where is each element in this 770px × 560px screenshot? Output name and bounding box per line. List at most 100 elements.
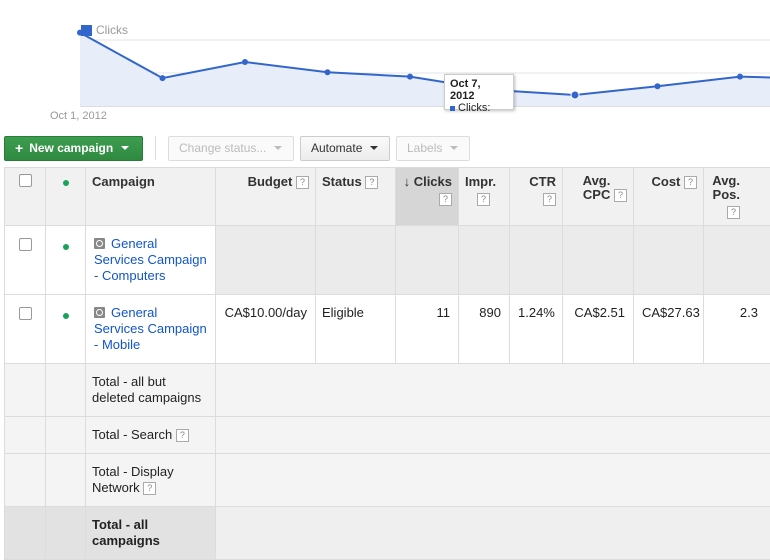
clicks-header-label: Clicks (414, 174, 452, 189)
total-label: Total - Search (92, 427, 172, 442)
cost-cell: CA$27.63 (634, 295, 704, 364)
automate-dropdown[interactable]: Automate (300, 136, 390, 161)
help-icon[interactable]: ? (543, 193, 556, 206)
campaign-toolbar: + New campaign Change status... Automate… (4, 135, 470, 161)
avg-pos-cell: 2.3 (704, 295, 770, 364)
avg-pos-cell (704, 226, 770, 295)
data-point[interactable] (737, 74, 743, 80)
toolbar-divider (155, 136, 156, 160)
status-cell (316, 226, 396, 295)
clicks-cell: 11 (396, 295, 459, 364)
campaign-header[interactable]: Campaign (86, 168, 216, 226)
search-campaign-icon (94, 238, 105, 249)
tooltip-label: Clicks: (458, 102, 490, 114)
row-checkbox[interactable] (19, 307, 32, 320)
total-label: Total - all but deleted campaigns (86, 364, 216, 417)
help-icon[interactable]: ? (296, 176, 309, 189)
empty-cell (46, 507, 86, 560)
row-select-cell (5, 295, 46, 364)
data-point[interactable] (655, 83, 661, 89)
status-cell: Eligible (316, 295, 396, 364)
help-icon[interactable]: ? (614, 189, 627, 202)
total-row: Total - all but deleted campaigns (5, 364, 770, 417)
legend-label: Clicks (96, 23, 128, 37)
campaign-link[interactable]: General Services Campaign - Mobile (94, 305, 207, 352)
impr-cell (459, 226, 510, 295)
labels-dropdown[interactable]: Labels (396, 136, 470, 161)
campaign-header-label: Campaign (92, 174, 155, 189)
plus-icon: + (15, 140, 23, 156)
change-status-label: Change status... (179, 141, 266, 155)
series-area-clicks (80, 33, 770, 106)
tooltip-swatch (450, 106, 455, 111)
row-checkbox[interactable] (19, 238, 32, 251)
help-icon[interactable]: ? (439, 193, 452, 206)
change-status-dropdown[interactable]: Change status... (168, 136, 294, 161)
row-status-cell (46, 226, 86, 295)
campaigns-table: Campaign Budget ? Status ? ↓ Clicks ? Im… (4, 167, 770, 560)
sort-arrow-icon: ↓ (404, 174, 411, 189)
status-header-label: Status (322, 174, 362, 189)
status-dot-icon (63, 244, 69, 250)
total-values (216, 454, 770, 507)
avg-pos-value: 2.3 (710, 305, 758, 320)
empty-cell (46, 417, 86, 454)
cost-header[interactable]: Cost ? (634, 168, 704, 226)
impr-header[interactable]: Impr. ? (459, 168, 510, 226)
clicks-chart: Clicks Oct 1, 2012 Oct 7, 2012 Clicks: (0, 0, 770, 130)
total-values (216, 507, 770, 560)
chevron-down-icon (121, 146, 129, 150)
data-point[interactable] (407, 74, 413, 80)
clicks-cell (396, 226, 459, 295)
clicks-header[interactable]: ↓ Clicks ? (396, 168, 459, 226)
data-point[interactable] (571, 91, 579, 99)
status-dot-icon (63, 180, 69, 186)
help-icon[interactable]: ? (684, 176, 697, 189)
status-header[interactable]: Status ? (316, 168, 396, 226)
data-point[interactable] (242, 59, 248, 65)
avg-cpc-header[interactable]: Avg. CPC ? (563, 168, 634, 226)
select-all-header (5, 168, 46, 226)
help-icon[interactable]: ? (727, 206, 740, 219)
help-icon[interactable]: ? (176, 429, 189, 442)
total-row: Total - Display Network ? (5, 454, 770, 507)
help-icon[interactable]: ? (143, 482, 156, 495)
budget-cell: CA$10.00/day (216, 295, 316, 364)
cost-cell (634, 226, 704, 295)
campaign-link[interactable]: General Services Campaign - Computers (94, 236, 207, 283)
empty-cell (5, 417, 46, 454)
ctr-header[interactable]: CTR ? (510, 168, 563, 226)
total-label-cell: Total - Display Network ? (86, 454, 216, 507)
chart-canvas (0, 0, 770, 130)
data-point[interactable] (160, 75, 166, 81)
chevron-down-icon (274, 146, 282, 150)
total-row: Total - Search ? (5, 417, 770, 454)
total-row: Total - all campaigns (5, 507, 770, 560)
new-campaign-label: New campaign (29, 141, 113, 155)
legend-swatch (81, 25, 92, 36)
labels-label: Labels (407, 141, 442, 155)
campaign-name-cell: General Services Campaign - Mobile (86, 295, 216, 364)
total-label: Total - Display Network (92, 464, 174, 495)
row-select-cell (5, 226, 46, 295)
avg-cpc-cell: CA$2.51 (563, 295, 634, 364)
help-icon[interactable]: ? (477, 193, 490, 206)
help-icon[interactable]: ? (365, 176, 378, 189)
ctr-cell (510, 226, 563, 295)
impr-cell: 890 (459, 295, 510, 364)
total-label-cell: Total - Search ? (86, 417, 216, 454)
budget-header-label: Budget (248, 174, 293, 189)
empty-cell (5, 364, 46, 417)
avg-pos-header[interactable]: Avg. Pos. ? (704, 168, 770, 226)
budget-header[interactable]: Budget ? (216, 168, 316, 226)
row-status-cell (46, 295, 86, 364)
x-axis-start-label: Oct 1, 2012 (50, 110, 107, 122)
data-point[interactable] (325, 69, 331, 75)
new-campaign-button[interactable]: + New campaign (4, 136, 143, 161)
ctr-header-label: CTR (529, 174, 556, 189)
total-values (216, 364, 770, 417)
chevron-down-icon (370, 146, 378, 150)
select-all-checkbox[interactable] (19, 174, 32, 187)
empty-cell (5, 454, 46, 507)
chevron-down-icon (450, 146, 458, 150)
